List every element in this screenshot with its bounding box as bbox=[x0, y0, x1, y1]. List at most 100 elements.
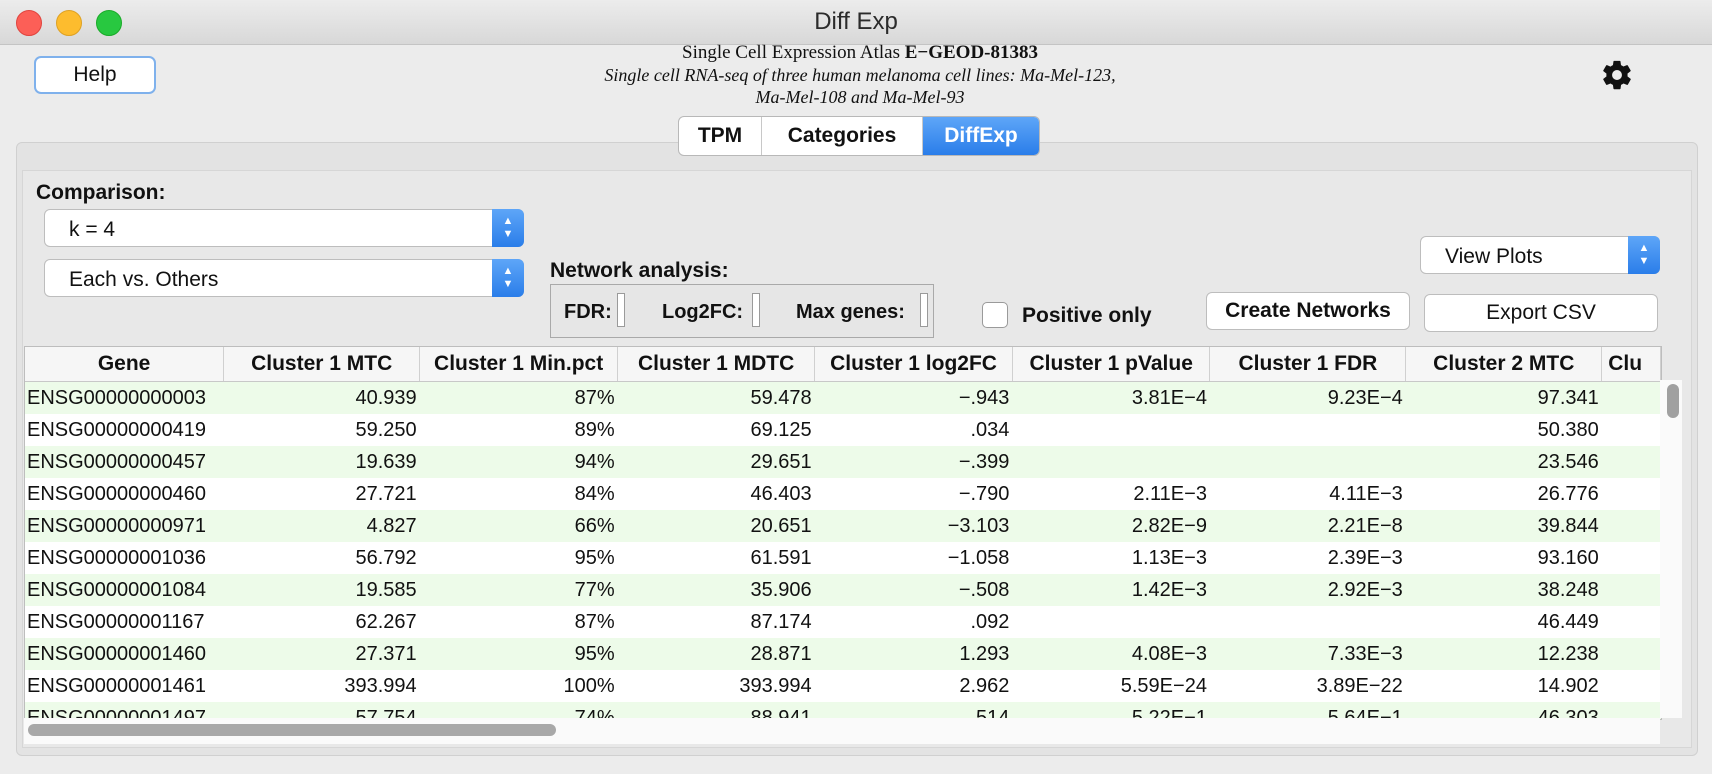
gene-id-cell: ENSG00000000971 bbox=[25, 510, 224, 542]
table-cell: 59.250 bbox=[223, 414, 420, 446]
table-cell: 19.639 bbox=[223, 446, 420, 478]
comparison-mode-select[interactable]: Each vs. Others ▲ ▼ bbox=[44, 259, 524, 297]
export-csv-button[interactable]: Export CSV bbox=[1424, 294, 1658, 332]
table-cell: −.943 bbox=[814, 381, 1013, 414]
table-cell bbox=[1601, 542, 1661, 574]
column-header-c1-log2fc[interactable]: Cluster 1 log2FC bbox=[814, 347, 1013, 382]
table-cell: 2.92E−3 bbox=[1209, 574, 1406, 606]
table-cell: −1.058 bbox=[814, 542, 1013, 574]
table-cell: 2.39E−3 bbox=[1209, 542, 1406, 574]
table-cell: 97.341 bbox=[1405, 381, 1602, 414]
gene-id-cell: ENSG00000001460 bbox=[25, 638, 224, 670]
column-header-c1-pvalue[interactable]: Cluster 1 pValue bbox=[1012, 347, 1211, 382]
max-genes-label: Max genes: bbox=[796, 301, 905, 323]
table-cell: 66% bbox=[419, 510, 618, 542]
vertical-scrollbar-thumb[interactable] bbox=[1667, 384, 1679, 418]
table-cell bbox=[1601, 414, 1661, 446]
column-header-gene[interactable]: Gene bbox=[25, 347, 225, 382]
table-cell: 393.994 bbox=[223, 670, 420, 702]
table-cell: 2.962 bbox=[814, 670, 1013, 702]
table-cell: 95% bbox=[419, 638, 618, 670]
experiment-title: Single Cell Expression Atlas E−GEOD-8138… bbox=[540, 42, 1180, 64]
table-cell: 94% bbox=[419, 446, 618, 478]
table-cell: 89% bbox=[419, 414, 618, 446]
gene-id-cell: ENSG00000000457 bbox=[25, 446, 224, 478]
table-cell: 77% bbox=[419, 574, 618, 606]
table-cell: 4.08E−3 bbox=[1012, 638, 1210, 670]
table-cell: .034 bbox=[814, 414, 1013, 446]
view-tabs: TPM Categories DiffExp bbox=[678, 116, 1040, 156]
table-cell: −.790 bbox=[814, 478, 1013, 510]
table-cell bbox=[1601, 478, 1661, 510]
table-row[interactable]: ENSG00000000457 19.639 94% 29.651 −.399 23.54… bbox=[25, 446, 1661, 478]
table-cell: 19.585 bbox=[223, 574, 420, 606]
chevron-updown-icon: ▲ ▼ bbox=[1628, 236, 1660, 274]
column-header-clu[interactable]: Clu bbox=[1601, 347, 1661, 382]
network-analysis-label: Network analysis: bbox=[550, 259, 729, 282]
table-cell: 2.11E−3 bbox=[1012, 478, 1210, 510]
table-cell: 100% bbox=[419, 670, 618, 702]
view-plots-value: View Plots bbox=[1445, 245, 1543, 268]
table-row[interactable]: ENSG00000001461 393.994 100% 393.994 2.962 5.… bbox=[25, 670, 1661, 702]
gene-id-cell: ENSG00000001036 bbox=[25, 542, 224, 574]
max-genes-input[interactable] bbox=[920, 293, 928, 327]
table-cell bbox=[1012, 446, 1210, 478]
tab-tpm[interactable]: TPM bbox=[679, 117, 762, 155]
log2fc-label: Log2FC: bbox=[662, 301, 744, 323]
table-row[interactable]: ENSG00000001084 19.585 77% 35.906 −.508 1.42E… bbox=[25, 574, 1661, 606]
comparison-mode-value: Each vs. Others bbox=[69, 268, 219, 291]
results-table: Gene Cluster 1 MTC Cluster 1 Min.pct Clu… bbox=[25, 347, 1661, 719]
table-row[interactable]: ENSG00000000971 4.827 66% 20.651 −3.103 2.82E… bbox=[25, 510, 1661, 542]
table-row[interactable]: ENSG00000000419 59.250 89% 69.125.034 50.380 bbox=[25, 414, 1661, 446]
table-row[interactable]: ENSG00000000460 27.721 84% 46.403 −.790 2.11E… bbox=[25, 478, 1661, 510]
tab-diffexp[interactable]: DiffExp bbox=[923, 117, 1039, 155]
vertical-scrollbar[interactable] bbox=[1660, 380, 1682, 718]
table-cell: 1.13E−3 bbox=[1012, 542, 1210, 574]
help-button[interactable]: Help bbox=[34, 56, 156, 94]
positive-only-checkbox[interactable] bbox=[982, 302, 1008, 328]
create-networks-button[interactable]: Create Networks bbox=[1206, 292, 1410, 330]
table-row[interactable]: ENSG00000001167 62.267 87% 87.174.092 46.449 bbox=[25, 606, 1661, 638]
table-cell: 59.478 bbox=[617, 381, 815, 414]
table-cell bbox=[1601, 446, 1661, 478]
column-header-c1-minpct[interactable]: Cluster 1 Min.pct bbox=[419, 347, 619, 382]
table-cell: 4.827 bbox=[223, 510, 420, 542]
table-cell bbox=[1601, 638, 1661, 670]
fdr-label: FDR: bbox=[564, 301, 612, 323]
table-cell bbox=[1209, 446, 1406, 478]
gene-id-cell: ENSG00000000419 bbox=[25, 414, 224, 446]
experiment-header: Single Cell Expression Atlas E−GEOD-8138… bbox=[540, 42, 1180, 108]
table-cell: .092 bbox=[814, 606, 1013, 638]
table-row[interactable]: ENSG00000001460 27.371 95% 28.871 1.293 4.08E… bbox=[25, 638, 1661, 670]
column-header-c1-mdtc[interactable]: Cluster 1 MDTC bbox=[617, 347, 816, 382]
tab-categories[interactable]: Categories bbox=[762, 117, 923, 155]
table-cell: 393.994 bbox=[617, 670, 815, 702]
table-row[interactable]: ENSG00000000003 40.939 87% 59.478 −.943 3.81E… bbox=[25, 381, 1661, 414]
table-cell: 39.844 bbox=[1405, 510, 1602, 542]
column-header-c1-mtc[interactable]: Cluster 1 MTC bbox=[223, 347, 421, 382]
table-cell: 56.792 bbox=[223, 542, 420, 574]
comparison-label: Comparison: bbox=[36, 181, 166, 204]
table-row[interactable]: ENSG00000001036 56.792 95% 61.591 −1.058 1.13… bbox=[25, 542, 1661, 574]
experiment-description-line2: Ma-Mel-108 and Ma-Mel-93 bbox=[755, 87, 965, 107]
view-plots-select[interactable]: View Plots ▲ ▼ bbox=[1420, 236, 1660, 274]
table-cell: 1.293 bbox=[814, 638, 1013, 670]
table-cell: 69.125 bbox=[617, 414, 815, 446]
diffexp-table: Gene Cluster 1 MTC Cluster 1 Min.pct Clu… bbox=[24, 346, 1662, 720]
table-cell bbox=[1601, 510, 1661, 542]
log2fc-input[interactable] bbox=[752, 293, 760, 327]
fdr-input[interactable] bbox=[617, 293, 625, 327]
table-cell: 29.651 bbox=[617, 446, 815, 478]
table-cell: −.508 bbox=[814, 574, 1013, 606]
column-header-c1-fdr[interactable]: Cluster 1 FDR bbox=[1209, 347, 1407, 382]
table-cell: 87.174 bbox=[617, 606, 815, 638]
gear-icon[interactable] bbox=[1600, 58, 1634, 92]
k-select[interactable]: k = 4 ▲ ▼ bbox=[44, 209, 524, 247]
chevron-updown-icon: ▲ ▼ bbox=[492, 209, 524, 247]
table-cell: 2.82E−9 bbox=[1012, 510, 1210, 542]
table-cell: 95% bbox=[419, 542, 618, 574]
horizontal-scrollbar-thumb[interactable] bbox=[28, 724, 556, 736]
column-header-c2-mtc[interactable]: Cluster 2 MTC bbox=[1405, 347, 1603, 382]
experiment-id: E−GEOD-81383 bbox=[904, 42, 1038, 63]
table-cell: 46.449 bbox=[1405, 606, 1602, 638]
